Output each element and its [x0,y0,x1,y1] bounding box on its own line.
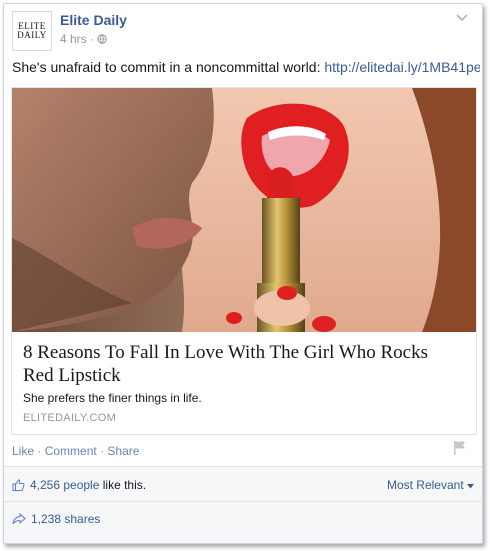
chevron-down-icon[interactable] [456,13,468,23]
shares-count[interactable]: 1,238 shares [31,512,100,526]
link-attachment[interactable]: 8 Reasons To Fall In Love With The Girl … [11,87,477,435]
attachment-domain: ELITEDAILY.COM [23,412,117,424]
page-avatar[interactable]: ELITE DAILY [12,11,52,51]
globe-icon[interactable] [96,34,107,44]
share-arrow-icon [12,513,26,525]
post-actions: Like · Comment · Share [12,444,139,458]
caret-down-icon [467,484,474,489]
attachment-photo[interactable] [12,88,476,332]
likes-count-link[interactable]: 4,256 people [30,478,99,492]
post-message-text: She's unafraid to commit in a noncommitt… [12,59,325,75]
thumbs-up-icon [12,479,25,491]
action-separator: · [37,444,42,458]
shares-summary[interactable]: 1,238 shares [12,512,100,526]
attachment-title[interactable]: 8 Reasons To Fall In Love With The Girl … [23,341,463,387]
post-meta: 4 hrs · [60,32,107,46]
post-message: She's unafraid to commit in a noncommitt… [12,59,480,75]
sort-label: Most Relevant [386,478,464,492]
likes-summary: 4,256 people like this. [12,478,146,492]
sort-dropdown[interactable]: Most Relevant [387,478,474,492]
meta-separator: · [89,32,94,46]
likes-suffix: like this. [99,478,147,492]
attachment-subtitle: She prefers the finer things in life. [23,391,202,405]
share-action[interactable]: Share [107,444,139,458]
avatar-logo-line2: DAILY [17,30,47,40]
action-separator: · [100,444,105,458]
post-header: ELITE DAILY Elite Daily 4 hrs · [12,11,472,51]
comment-action[interactable]: Comment [45,444,97,458]
like-action[interactable]: Like [12,444,34,458]
post-card: ELITE DAILY Elite Daily 4 hrs · She's un… [3,3,483,544]
page-name-link[interactable]: Elite Daily [60,12,127,28]
post-timestamp[interactable]: 4 hrs [60,32,87,46]
flag-icon[interactable] [453,440,467,456]
post-message-link[interactable]: http://elitedai.ly/1MB41pe [324,59,480,75]
